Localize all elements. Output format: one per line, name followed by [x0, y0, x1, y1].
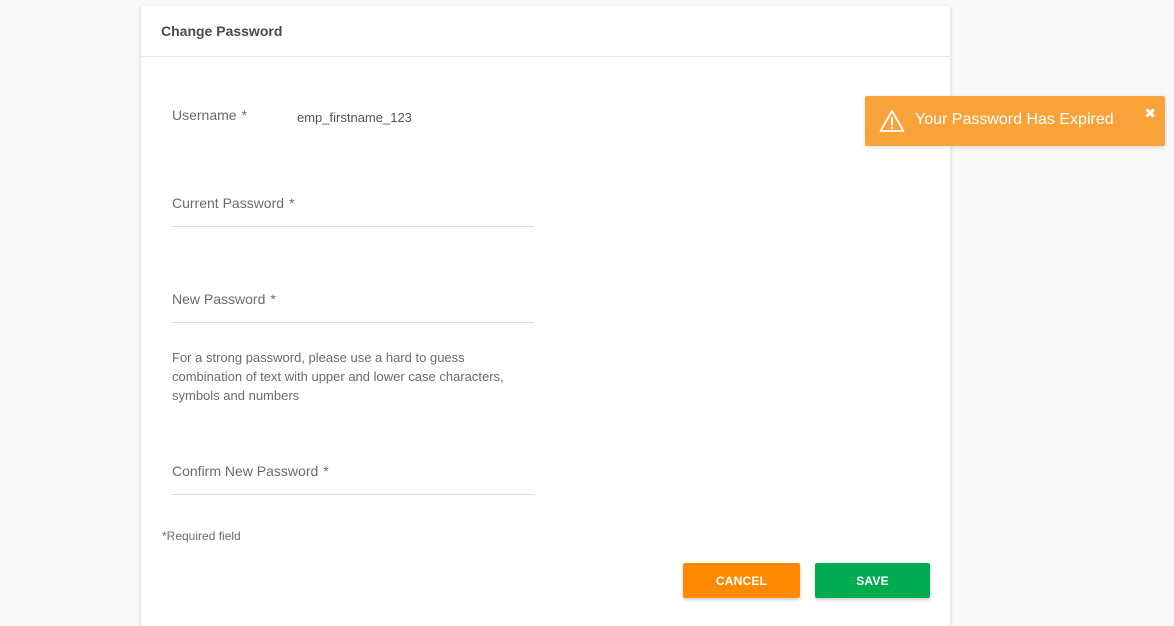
toast-message: Your Password Has Expired — [915, 111, 1114, 128]
password-hint: For a strong password, please use a hard… — [172, 350, 504, 403]
cancel-button[interactable]: CANCEL — [683, 563, 800, 598]
current-password-input[interactable] — [172, 195, 534, 225]
current-password-field[interactable]: Current Password * — [172, 195, 534, 227]
username-value: emp_firstname_123 — [297, 110, 412, 125]
close-icon[interactable]: ✖ — [1144, 106, 1156, 120]
card-header: Change Password — [141, 6, 950, 57]
save-button[interactable]: SAVE — [815, 563, 930, 598]
warning-icon — [879, 109, 905, 133]
confirm-password-input[interactable] — [172, 463, 534, 493]
required-field-note: *Required field — [162, 529, 241, 543]
change-password-card: Change Password Username * emp_firstname_… — [141, 6, 950, 626]
new-password-field[interactable]: New Password * — [172, 291, 534, 323]
new-password-input[interactable] — [172, 291, 534, 321]
password-expired-toast: Your Password Has Expired ✖ — [865, 96, 1165, 146]
confirm-password-field[interactable]: Confirm New Password * — [172, 463, 534, 495]
page-title: Change Password — [161, 23, 283, 39]
username-label: Username * — [172, 107, 248, 123]
username-row: Username * emp_firstname_123 — [172, 107, 534, 125]
